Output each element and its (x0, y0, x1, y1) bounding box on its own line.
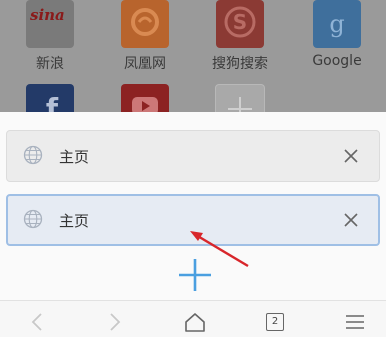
home-icon[interactable] (184, 311, 206, 333)
sina-logo-icon: sina (26, 0, 74, 48)
svg-text:S: S (233, 10, 247, 34)
shortcut-label: 凤凰网 (124, 56, 166, 72)
tabs-counter-button[interactable]: 2 (266, 313, 284, 331)
shortcut-google[interactable]: g Google (292, 0, 382, 69)
add-tab-icon[interactable] (178, 258, 212, 292)
shortcut-label: Google (312, 53, 362, 69)
bottom-navigation-bar: 2 (0, 300, 386, 337)
shortcut-label: 搜狗搜索 (212, 56, 268, 72)
shortcut-sina[interactable]: sina 新浪 (5, 0, 95, 73)
tab-title: 主页 (59, 212, 90, 230)
google-logo-icon: g (313, 0, 361, 48)
shortcut-fenghuang[interactable]: 凤凰网 (100, 0, 190, 73)
fenghuang-logo-icon (121, 0, 169, 48)
sina-logo-text: sina (30, 6, 65, 24)
shortcut-label: 新浪 (36, 56, 64, 72)
globe-icon (23, 145, 43, 165)
forward-icon[interactable] (103, 311, 125, 333)
close-tab-icon[interactable] (341, 146, 361, 166)
shortcut-sogou[interactable]: S 搜狗搜索 (195, 0, 285, 73)
globe-icon (23, 209, 43, 229)
menu-icon[interactable] (344, 311, 366, 333)
tab-item-active[interactable]: 主页 (6, 194, 380, 246)
back-icon[interactable] (27, 311, 49, 333)
sogou-logo-icon: S (216, 0, 264, 48)
svg-text:g: g (329, 10, 344, 38)
tab-item[interactable]: 主页 (6, 130, 380, 182)
close-tab-icon[interactable] (341, 210, 361, 230)
tab-title: 主页 (59, 148, 90, 166)
